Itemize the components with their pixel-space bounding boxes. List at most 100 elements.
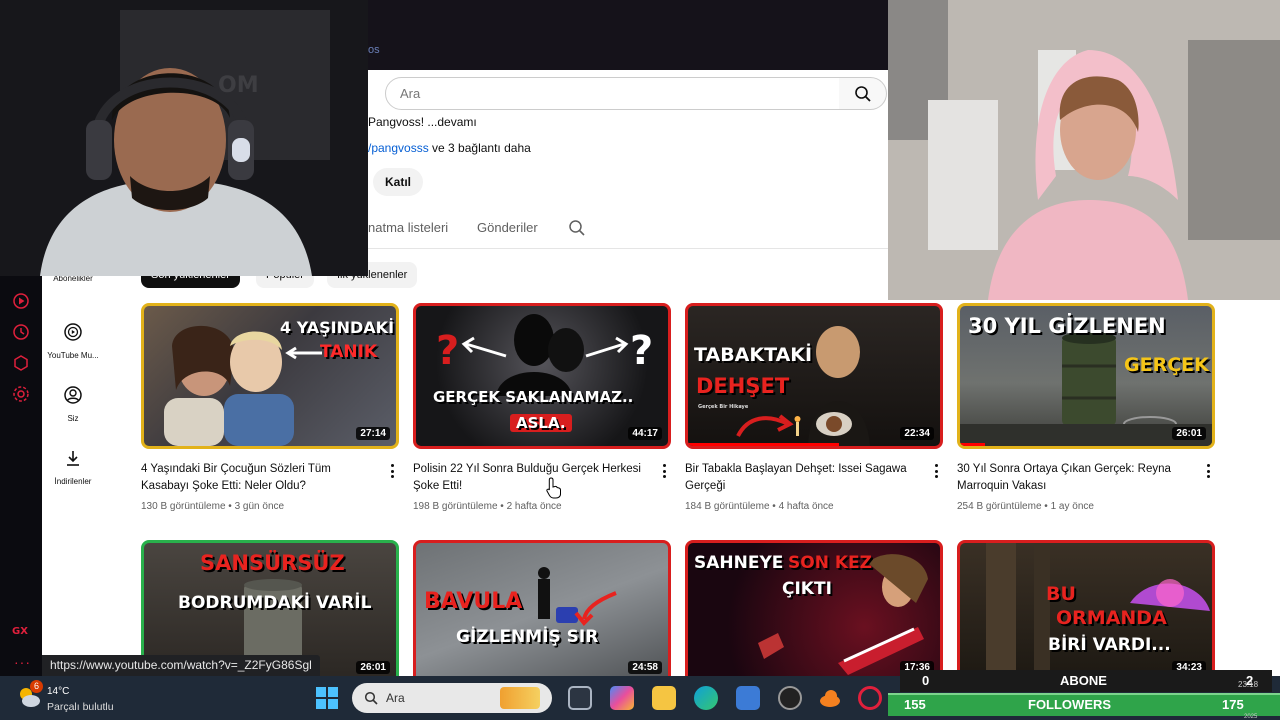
video-thumbnail[interactable]: BU ORMANDA BİRİ VARDI... 34:23 xyxy=(957,540,1215,686)
svg-text:?: ? xyxy=(436,328,459,374)
video-thumbnail[interactable]: 4 YAŞINDAKİ TANIK 27:14 xyxy=(141,303,399,449)
thumbnail-title: GERÇEK SAKLANAMAZ.. xyxy=(433,388,634,406)
gx-history-button[interactable] xyxy=(11,322,31,342)
video-age: 4 hafta önce xyxy=(778,501,834,512)
copilot-icon[interactable] xyxy=(610,686,634,710)
video-menu-button[interactable] xyxy=(930,463,942,479)
start-button[interactable] xyxy=(316,687,338,714)
task-view-icon[interactable] xyxy=(568,686,592,710)
video-card[interactable]: SAHNEYE SON KEZ ÇIKTI 17:36 xyxy=(685,540,943,686)
video-card[interactable]: ? ? GERÇEK SAKLANAMAZ.. ASLA. 44:17 Poli… xyxy=(413,303,671,512)
search-input[interactable]: Ara xyxy=(385,77,840,110)
opera-gx-sidebar: GX ··· xyxy=(0,276,42,676)
video-card[interactable]: 4 YAŞINDAKİ TANIK 27:14 4 Yaşındaki Bir … xyxy=(141,303,399,512)
video-views: 254 B görüntüleme xyxy=(957,501,1042,512)
thumbnail-subtitle: DEHŞET xyxy=(696,374,790,398)
video-menu-button[interactable] xyxy=(386,463,398,479)
video-title[interactable]: Polisin 22 Yıl Sonra Bulduğu Gerçek Herk… xyxy=(413,461,649,495)
search-placeholder: Ara xyxy=(400,86,421,101)
thumbnail-title: SAHNEYE xyxy=(694,553,784,573)
account-icon xyxy=(64,386,82,404)
video-duration: 24:58 xyxy=(628,661,662,674)
video-card[interactable]: BAVULA GİZLENMİŞ SIR 24:58 xyxy=(413,540,671,686)
video-title[interactable]: Bir Tabakla Başlayan Dehşet: Issei Sagaw… xyxy=(685,461,921,495)
taskbar-search-placeholder: Ara xyxy=(386,691,405,705)
weather-badge: 6 xyxy=(30,680,43,693)
tab-playlists[interactable]: natma listeleri xyxy=(368,220,448,235)
watch-progress-bar xyxy=(688,443,840,446)
thumbnail-title: SANSÜRSÜZ xyxy=(200,551,345,575)
thumbnail-title: 4 YAŞINDAKİ xyxy=(280,318,395,337)
video-menu-button[interactable] xyxy=(658,463,670,479)
kebab-dot xyxy=(934,464,938,467)
video-title[interactable]: 30 Yıl Sonra Ortaya Çıkan Gerçek: Reyna … xyxy=(957,461,1193,495)
steam-icon[interactable] xyxy=(778,686,802,710)
gx-player-button[interactable] xyxy=(11,291,31,311)
cloud-app-icon[interactable] xyxy=(818,686,842,710)
channel-link-handle[interactable]: /pangvosss xyxy=(368,141,429,155)
abone-goal-bar: 0 ABONE 2 xyxy=(900,670,1272,692)
search-highlight-icon xyxy=(500,687,540,709)
video-duration: 27:14 xyxy=(356,427,390,440)
join-button[interactable]: Katıl xyxy=(373,168,423,196)
webcam-left: OM xyxy=(0,0,368,276)
edge-icon[interactable] xyxy=(694,686,718,710)
channel-search-button[interactable] xyxy=(568,219,586,242)
video-views: 198 B görüntüleme xyxy=(413,501,498,512)
clock-time: 23:18 xyxy=(1238,680,1259,689)
guide-item-label: İndirilenler xyxy=(54,477,92,486)
thumbnail-caption: BİRİ VARDI... xyxy=(1048,635,1171,655)
tabs-divider xyxy=(368,248,888,249)
hand-cursor-icon xyxy=(546,477,561,499)
kebab-dot xyxy=(390,469,394,473)
kebab-dot xyxy=(390,475,394,478)
gx-settings-button[interactable] xyxy=(11,384,31,404)
video-title[interactable]: 4 Yaşındaki Bir Çocuğun Sözleri Tüm Kasa… xyxy=(141,461,377,495)
search-button[interactable] xyxy=(839,77,887,110)
video-menu-button[interactable] xyxy=(1202,463,1214,479)
clock-icon xyxy=(13,324,29,340)
store-icon[interactable] xyxy=(736,686,760,710)
video-age: 3 gün önce xyxy=(234,501,285,512)
channel-links: /pangvosss ve 3 bağlantı daha xyxy=(368,141,531,155)
search-icon xyxy=(569,220,585,236)
followers-current: 155 xyxy=(904,697,926,712)
guide-item-label: Siz xyxy=(67,414,79,423)
video-thumbnail[interactable]: 30 YIL GİZLENEN GERÇEK 26:01 xyxy=(957,303,1215,449)
search-icon xyxy=(854,85,871,102)
youtube-mini-guide: Abonelikler YouTube Mu... Siz İndirilenl… xyxy=(42,274,104,676)
video-thumbnail[interactable]: TABAKTAKİ DEHŞET Gerçek Bir Hikaye 22:34 xyxy=(685,303,943,449)
svg-text:?: ? xyxy=(630,328,653,374)
cloud-icon xyxy=(820,690,840,707)
channel-links-more[interactable]: ve 3 bağlantı daha xyxy=(429,141,531,155)
video-age: 2 hafta önce xyxy=(506,501,562,512)
weather-widget[interactable]: 6 xyxy=(16,680,44,712)
file-explorer-icon[interactable] xyxy=(652,686,676,710)
channel-description[interactable]: Pangvoss! ...devamı xyxy=(368,115,477,129)
gx-more-icon[interactable]: ··· xyxy=(14,654,31,670)
weather-description: Parçalı bulutlu xyxy=(47,701,114,713)
webcam-right-illustration xyxy=(888,0,1280,300)
video-thumbnail[interactable]: BAVULA GİZLENMİŞ SIR 24:58 xyxy=(413,540,671,686)
video-thumbnail[interactable]: SAHNEYE SON KEZ ÇIKTI 17:36 xyxy=(685,540,943,686)
guide-item-you[interactable]: Siz xyxy=(42,385,104,423)
video-duration: 26:01 xyxy=(1172,427,1206,440)
video-card[interactable]: BU ORMANDA BİRİ VARDI... 34:23 xyxy=(957,540,1215,686)
video-card[interactable]: TABAKTAKİ DEHŞET Gerçek Bir Hikaye 22:34… xyxy=(685,303,943,512)
video-thumbnail[interactable]: ? ? GERÇEK SAKLANAMAZ.. ASLA. 44:17 xyxy=(413,303,671,449)
kebab-dot xyxy=(934,475,938,478)
video-card[interactable]: 30 YIL GİZLENEN GERÇEK 26:01 30 Yıl Sonr… xyxy=(957,303,1215,512)
tab-posts[interactable]: Gönderiler xyxy=(477,220,538,235)
browser-header-band: os xyxy=(368,0,888,70)
taskbar-search-input[interactable]: Ara xyxy=(352,683,552,713)
abone-label: ABONE xyxy=(1060,673,1107,688)
gx-extensions-button[interactable] xyxy=(11,353,31,373)
webcam-left-illustration: OM xyxy=(0,0,368,276)
download-icon xyxy=(67,451,79,466)
opera-gx-icon[interactable] xyxy=(858,686,882,710)
guide-item-downloads[interactable]: İndirilenler xyxy=(42,448,104,486)
video-views: 184 B görüntüleme xyxy=(685,501,770,512)
kebab-dot xyxy=(1206,464,1210,467)
guide-item-youtube-music[interactable]: YouTube Mu... xyxy=(42,322,104,360)
header-partial-text: os xyxy=(368,44,380,56)
